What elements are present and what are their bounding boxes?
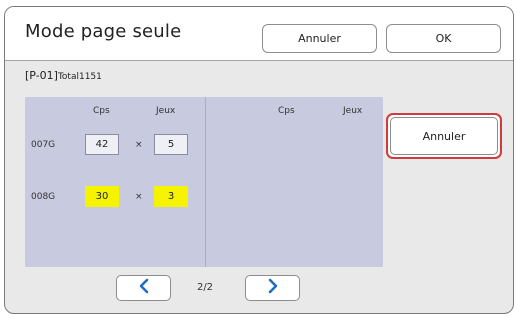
row-label: 007G xyxy=(31,140,56,150)
sets-field[interactable]: 3 xyxy=(154,186,188,207)
right-col-copies-header: Cps xyxy=(278,106,295,116)
dialog-header: Mode page seule Annuler OK xyxy=(5,7,513,61)
row-label: 008G xyxy=(31,192,56,202)
copies-field[interactable]: 30 xyxy=(85,186,119,207)
copies-table-panel: Cps Jeux 007G 42 × 5 008G 30 × 3 Cps Jeu… xyxy=(25,97,383,267)
copies-field[interactable]: 42 xyxy=(85,134,119,155)
sets-field[interactable]: 5 xyxy=(154,134,188,155)
left-col-copies-header: Cps xyxy=(93,106,110,116)
chevron-left-icon xyxy=(137,278,151,298)
ok-button[interactable]: OK xyxy=(386,24,501,53)
page-title: Mode page seule xyxy=(25,21,182,42)
cancel-entry-label: Annuler xyxy=(390,117,498,155)
info-prefix: [P-01] xyxy=(25,69,58,82)
dialog-window: Mode page seule Annuler OK [P-01]Total11… xyxy=(4,6,514,314)
chevron-right-icon xyxy=(266,278,280,298)
left-col-sets-header: Jeux xyxy=(156,106,176,116)
times-sign: × xyxy=(135,192,143,202)
prev-page-button[interactable] xyxy=(116,275,171,301)
times-sign: × xyxy=(135,140,143,150)
cancel-button[interactable]: Annuler xyxy=(262,24,377,53)
cancel-entry-button[interactable]: Annuler xyxy=(386,113,502,159)
right-col-sets-header: Jeux xyxy=(343,106,363,116)
column-divider xyxy=(205,97,206,267)
info-line: [P-01]Total1151 xyxy=(25,69,102,82)
info-total: Total1151 xyxy=(57,72,102,82)
next-page-button[interactable] xyxy=(245,275,300,301)
page-indicator: 2/2 xyxy=(196,282,214,293)
